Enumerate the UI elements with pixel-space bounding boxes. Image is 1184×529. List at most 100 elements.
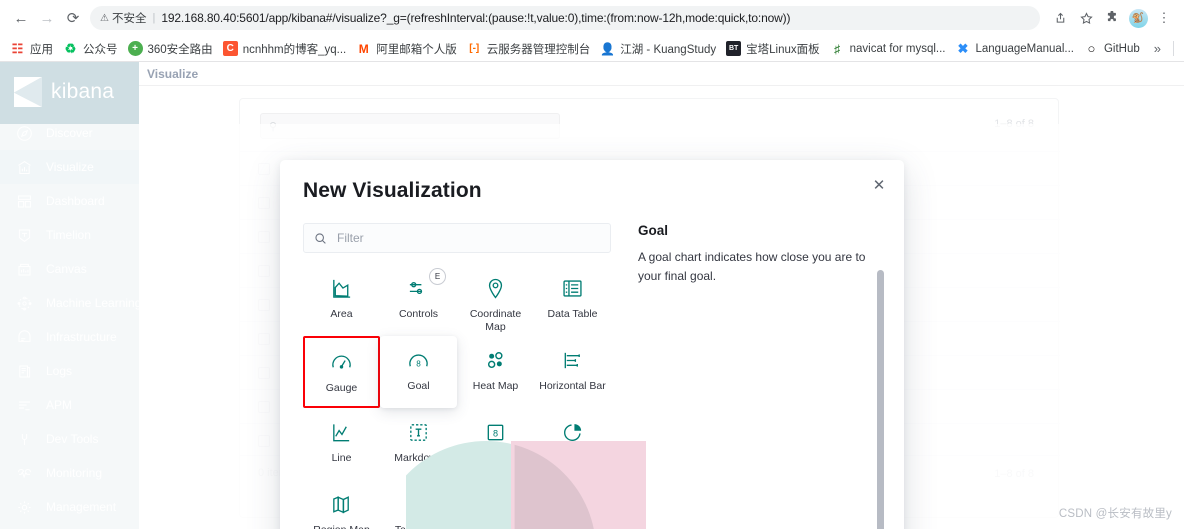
bookmark-label: 江湖 - KuangStudy [620, 43, 717, 56]
svg-text:8: 8 [493, 428, 498, 438]
bookmark-label: GitHub [1103, 42, 1140, 55]
bookmark-item[interactable]: [-] 云服务器管理控制台 [463, 39, 597, 59]
bookmark-item[interactable]: ✖ LanguageManual... [952, 39, 1080, 58]
close-icon[interactable]: ✕ [868, 174, 890, 196]
bookmark-item[interactable]: ○ GitHub [1080, 39, 1146, 58]
bookmark-label: 360安全路由 [147, 43, 213, 56]
bookmark-item[interactable]: ☷ 应用 [6, 39, 59, 59]
goal-icon: 8 [407, 347, 430, 373]
bookmark-label: 阿里邮箱个人版 [376, 43, 457, 56]
bookmark-item[interactable]: 👤 江湖 - KuangStudy [596, 39, 722, 59]
metric-number-icon: 8 [484, 419, 507, 445]
gauge-icon [330, 349, 353, 375]
bookmark-label: 公众号 [83, 43, 118, 56]
bookmarks-bar: ☷ 应用 ♻ 公众号 + 360安全路由 C ncnhhm的博客_yq... M… [0, 36, 1184, 61]
vis-type-markdown[interactable]: Markdown [380, 408, 457, 480]
bookmark-label: 云服务器管理控制台 [486, 43, 591, 56]
bookmark-item[interactable]: + 360安全路由 [124, 39, 219, 59]
vis-type-label: Horizontal Bar [539, 380, 606, 392]
pie-chart-icon [561, 419, 584, 445]
bookmark-label: LanguageManual... [975, 42, 1074, 55]
wechat-icon: ♻ [64, 41, 77, 56]
heat-map-icon [484, 347, 507, 373]
avatar-icon: 🐒 [1128, 8, 1148, 28]
kibana-brand-label: kibana [51, 80, 115, 103]
bookmark-item[interactable]: ♻ 公众号 [59, 39, 124, 59]
tag-cloud-icon [407, 491, 430, 517]
omnibox-separator: | [152, 12, 156, 24]
area-chart-icon [330, 275, 353, 301]
vis-type-label: Timelion [476, 524, 515, 529]
line-chart-icon [330, 419, 353, 445]
vis-type-label: Controls [398, 308, 439, 320]
reload-icon[interactable]: ⟳ [60, 5, 86, 31]
bookmark-item[interactable]: M 阿里邮箱个人版 [352, 39, 463, 59]
timelion-bear-icon [484, 491, 507, 517]
back-arrow-icon[interactable]: ← [8, 5, 34, 31]
vis-type-label: Heat Map [472, 380, 519, 392]
experimental-badge: E [429, 268, 446, 285]
vis-type-gauge[interactable]: Gauge [303, 336, 380, 408]
reading-list-button[interactable]: ☰ 阅读清单 [1178, 39, 1184, 59]
vis-type-coordinate-map[interactable]: Coordinate Map [457, 264, 534, 336]
navicat-icon: ♯ [834, 41, 841, 56]
vis-type-label: Goal [407, 380, 430, 392]
vis-type-label: Area [330, 308, 353, 320]
bookmark-label: navicat for mysql... [849, 42, 946, 55]
breadcrumb-visualize[interactable]: Visualize [147, 67, 198, 81]
region-map-icon [330, 491, 353, 517]
360-icon: + [127, 41, 143, 56]
github-icon: ○ [1087, 41, 1096, 56]
type-detail-pane: Goal A goal chart indicates how close yo… [638, 223, 876, 285]
bookmark-label: 宝塔Linux面板 [746, 43, 820, 56]
type-grid-scrollbar[interactable] [877, 270, 884, 529]
kibana-logo-icon [14, 77, 42, 107]
share-icon[interactable] [1048, 6, 1072, 30]
vis-type-label: Pie [564, 452, 581, 464]
breadcrumb: Visualize [139, 62, 1184, 86]
avatar[interactable]: 🐒 [1126, 6, 1150, 30]
vis-type-data-table[interactable]: Data Table [534, 264, 611, 336]
vis-type-timelion[interactable]: Timelion [457, 480, 534, 529]
bookmark-label: 应用 [30, 43, 53, 56]
aliyun-console-icon: [-] [469, 42, 480, 54]
star-icon[interactable] [1074, 6, 1098, 30]
vis-type-line[interactable]: Line [303, 408, 380, 480]
experimental-badge: E [583, 484, 600, 501]
three-dots-menu-icon[interactable]: ⋮ [1152, 6, 1176, 30]
puzzle-piece-icon[interactable] [1100, 6, 1124, 30]
forward-arrow-icon[interactable]: → [34, 5, 60, 31]
security-warning-label: 不安全 [111, 13, 147, 25]
vis-type-controls[interactable]: E Controls [380, 264, 457, 336]
bookmark-item[interactable]: BT 宝塔Linux面板 [722, 39, 826, 59]
bookmarks-overflow-button[interactable]: » [1146, 39, 1169, 58]
visualization-type-grid-scroll[interactable]: Area E Controls Coordinate Map Data Tabl… [303, 264, 611, 529]
filter-field[interactable] [303, 223, 611, 253]
filter-input[interactable] [335, 230, 585, 246]
bt-panel-icon: BT [726, 41, 742, 56]
vis-type-horizontal-bar[interactable]: Horizontal Bar [534, 336, 611, 408]
kuangstudy-icon: 👤 [600, 41, 616, 56]
modal-title: New Visualization [303, 179, 482, 202]
csdn-icon: C [222, 41, 238, 56]
browser-chrome: ← → ⟳ ⚠ 不安全 | 192.168.80.40:5601/app/kib… [0, 0, 1184, 62]
controls-sliders-icon: E [407, 268, 446, 301]
vis-type-area[interactable]: Area [303, 264, 380, 336]
address-bar[interactable]: ⚠ 不安全 | 192.168.80.40:5601/app/kibana#/v… [90, 6, 1040, 30]
aliyun-mail-icon: M [358, 41, 369, 56]
kibana-brand[interactable]: kibana [0, 68, 139, 116]
bookmark-item[interactable]: C ncnhhm的博客_yq... [219, 39, 353, 59]
map-pin-icon [484, 275, 507, 301]
vis-type-vega[interactable]: E Vega [534, 480, 611, 529]
bookmark-item[interactable]: ♯ navicat for mysql... [826, 39, 952, 58]
data-table-icon [561, 275, 584, 301]
type-grid-scrollbar-thumb[interactable] [877, 270, 884, 529]
vis-type-metric[interactable]: 8 Metric [457, 408, 534, 480]
vis-type-tag-cloud[interactable]: Tag Cloud [380, 480, 457, 529]
vis-type-pie[interactable]: Pie [534, 408, 611, 480]
browser-toolbar: ← → ⟳ ⚠ 不安全 | 192.168.80.40:5601/app/kib… [0, 0, 1184, 36]
kibana-app: Visualize ⚲ 1–8 of 8 T h t t [0, 62, 1184, 529]
vis-type-region-map[interactable]: Region Map [303, 480, 380, 529]
vis-type-heat-map[interactable]: Heat Map [457, 336, 534, 408]
vis-type-goal[interactable]: 8 Goal [380, 336, 457, 408]
